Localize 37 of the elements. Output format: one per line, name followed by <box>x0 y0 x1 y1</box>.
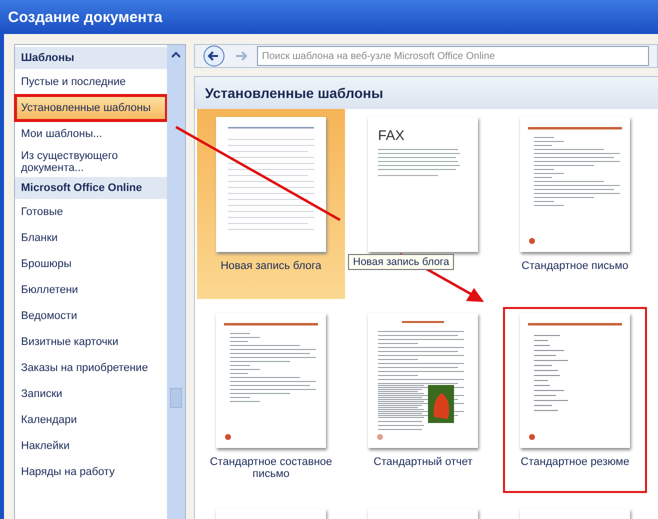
scroll-thumb[interactable] <box>170 388 182 408</box>
template-name: Стандартное резюме <box>520 456 630 468</box>
sidebar-item[interactable]: Бланки <box>15 225 167 251</box>
template-name: Стандартное составное письмо <box>208 456 334 480</box>
sidebar-item[interactable]: Готовые <box>15 199 167 225</box>
search-field[interactable]: Поиск шаблона на веб-узле Microsoft Office Online <box>257 46 649 66</box>
sidebar-item[interactable]: Заказы на приобретение <box>15 355 167 381</box>
thumbnail-heading: FAX <box>378 127 404 143</box>
template-tile[interactable]: Новая запись блога <box>197 109 345 299</box>
sidebar-item[interactable]: Из существующего документа... <box>15 147 167 177</box>
template-name: Новая запись блога <box>220 260 322 272</box>
window-title: Создание документа <box>8 8 162 26</box>
sidebar-item[interactable]: Пустые и последние <box>15 69 167 95</box>
template-name: Стандартный отчет <box>372 456 474 468</box>
tooltip: Новая запись блога <box>348 254 454 270</box>
sidebar-item[interactable]: Установленные шаблоны <box>15 95 167 121</box>
sidebar-item[interactable]: Наклейки <box>15 433 167 459</box>
scroll-up-icon[interactable] <box>171 51 181 58</box>
sidebar-item[interactable]: Бюллетени <box>15 277 167 303</box>
sidebar-item[interactable]: Брошюры <box>15 251 167 277</box>
sidebar-item[interactable]: Мои шаблоны... <box>15 121 167 147</box>
sidebar-item[interactable]: Наряды на работу <box>15 459 167 485</box>
sidebar-item[interactable]: Ведомости <box>15 303 167 329</box>
template-tile[interactable]: Стандартный отчет <box>349 305 497 495</box>
scrollbar[interactable] <box>167 45 185 519</box>
section-header: Microsoft Office Online <box>15 177 167 199</box>
template-name: Стандартное письмо <box>520 260 630 272</box>
sidebar-item[interactable]: Календари <box>15 407 167 433</box>
section-title: Установленные шаблоны <box>195 77 658 109</box>
template-tile[interactable]: Стандартное составное письмо <box>197 305 345 495</box>
sidebar-item[interactable]: Записки <box>15 381 167 407</box>
template-tile[interactable]: Стандартное письмо <box>501 109 649 299</box>
section-header: Шаблоны <box>15 47 167 69</box>
back-icon[interactable] <box>203 45 225 67</box>
sidebar-item[interactable]: Визитные карточки <box>15 329 167 355</box>
template-tile[interactable]: Стандартное резюме <box>501 305 649 495</box>
template-tile[interactable]: FAX Новая запись блога <box>349 109 497 299</box>
